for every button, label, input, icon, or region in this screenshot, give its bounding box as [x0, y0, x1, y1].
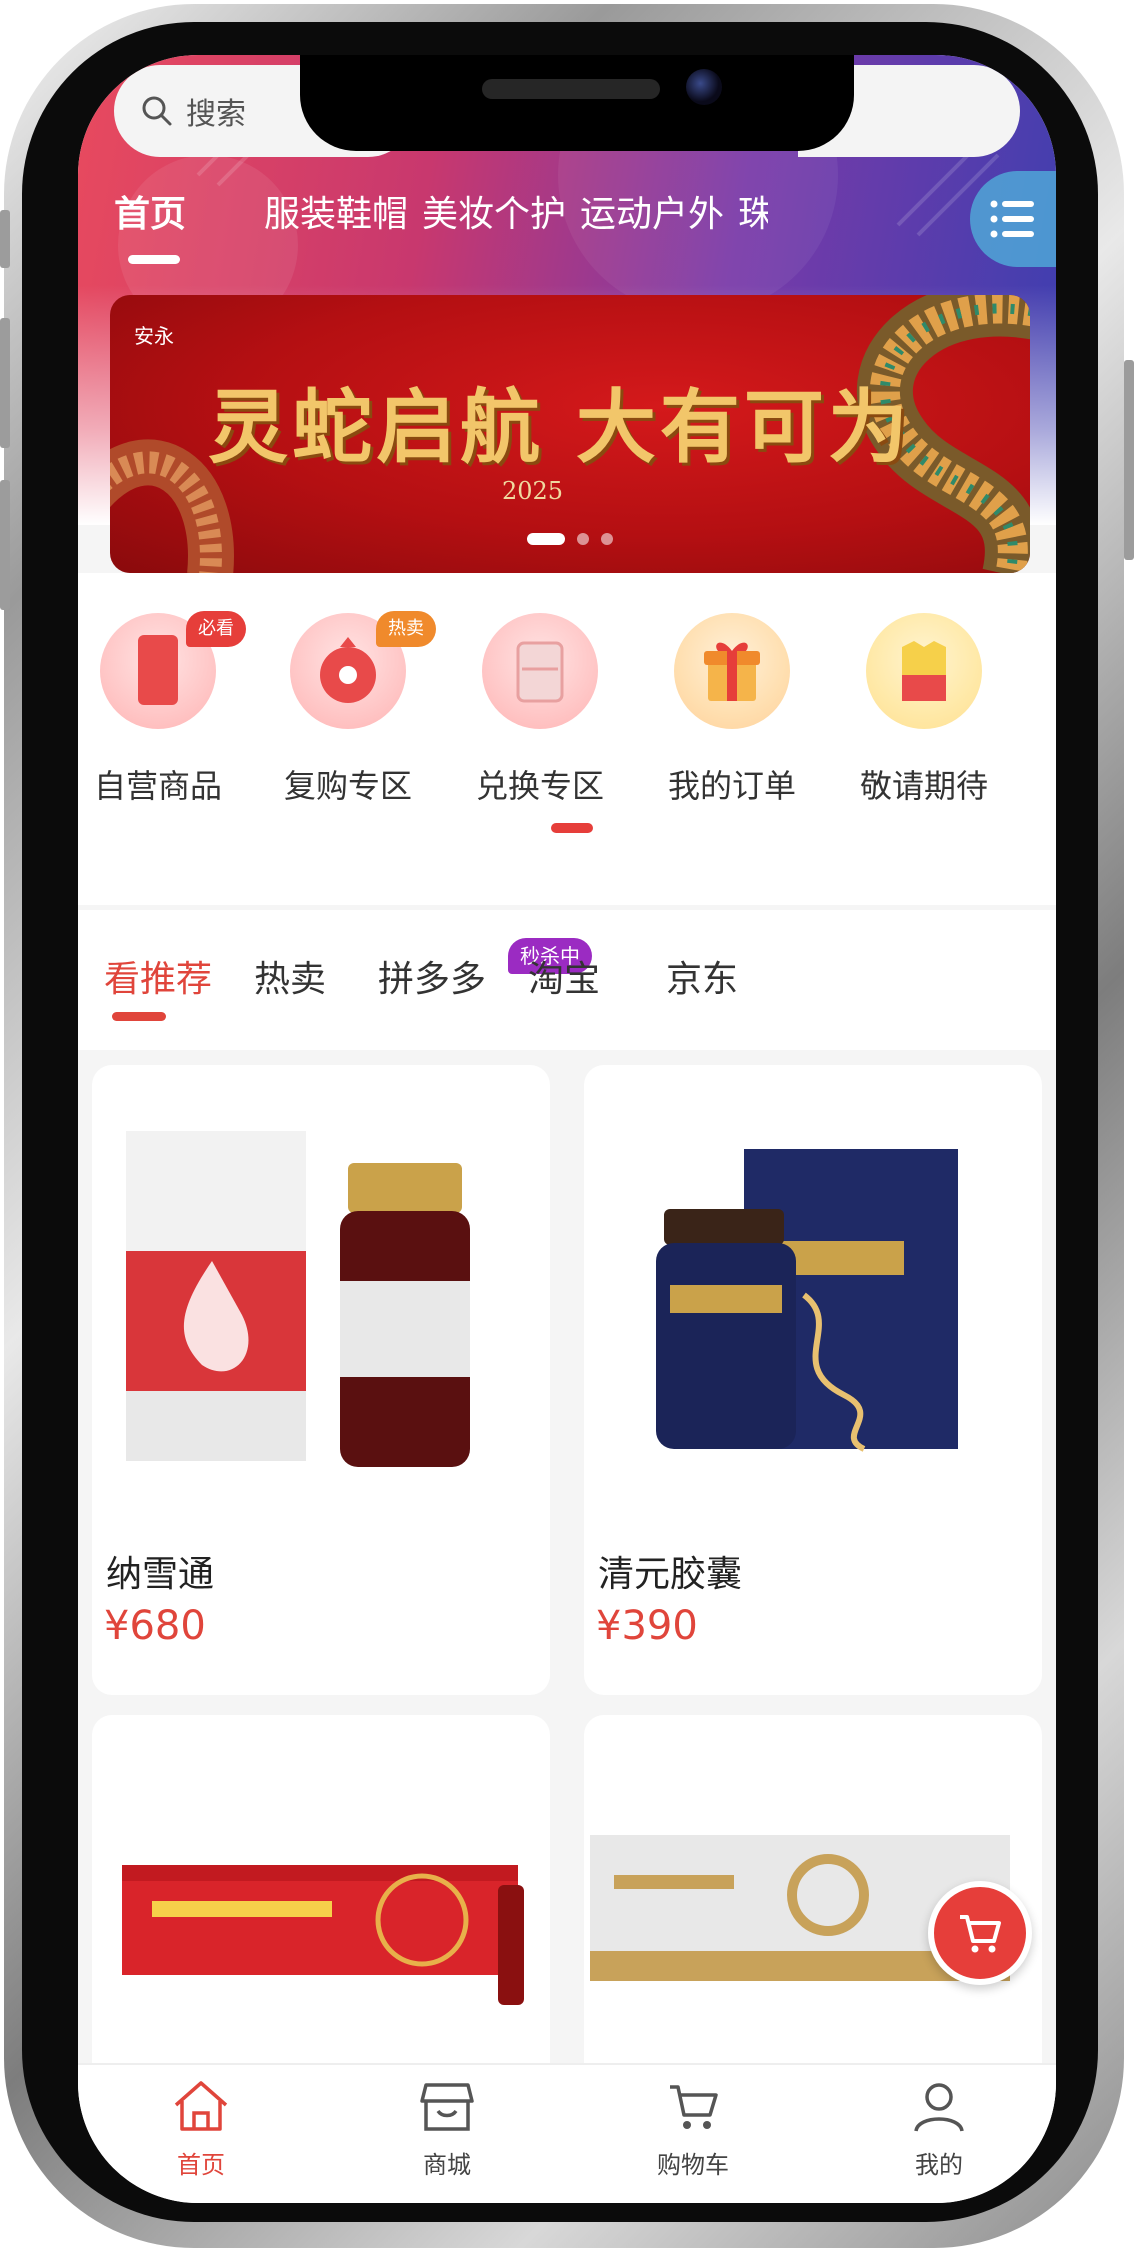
tab-clothing[interactable]: 服装鞋帽: [264, 185, 408, 237]
product-card[interactable]: [92, 1715, 550, 2115]
store-icon: [420, 2083, 474, 2131]
nav-label: 首页: [177, 2151, 225, 2179]
tab-jewelry[interactable]: 珠: [738, 185, 768, 237]
product-image: [126, 1131, 470, 1467]
tab-beauty[interactable]: 美妆个护: [422, 185, 566, 237]
tab-taobao[interactable]: 淘宝: [528, 950, 600, 1002]
speaker: [482, 79, 660, 99]
quick-coming-soon[interactable]: 敬请期待: [844, 613, 1004, 807]
banner-logo: 安永: [134, 325, 174, 347]
product-tab-underline: [112, 1012, 166, 1021]
cart-icon: [960, 1915, 1001, 1953]
quick-label: 复购专区: [283, 767, 412, 805]
quick-label: 自营商品: [93, 767, 222, 805]
product-card[interactable]: 纳雪通 ¥680: [92, 1065, 550, 1695]
tab-jd[interactable]: 京东: [666, 950, 738, 1002]
badge-hot: 热卖: [376, 611, 436, 647]
product-card[interactable]: 清元胶囊 ¥390: [584, 1065, 1042, 1695]
tab-home[interactable]: 首页: [114, 185, 186, 237]
quick-label: 兑换专区: [475, 767, 604, 805]
bottom-navigation: 首页 商城 购物车 我的: [78, 2063, 1056, 2203]
product-name: 清元胶囊: [598, 1554, 743, 1595]
user-icon: [914, 2083, 964, 2132]
notch: [300, 55, 854, 151]
tab-hot[interactable]: 热卖: [254, 950, 326, 1002]
quick-repurchase[interactable]: 热卖 复购专区: [268, 611, 436, 807]
promo-banner[interactable]: 安永 灵蛇启航 大有可为 2025: [110, 295, 1030, 573]
pomegranate-icon: 热卖: [290, 611, 436, 729]
menu-button[interactable]: [970, 171, 1056, 267]
jersey-icon: [866, 613, 982, 729]
search-placeholder: 搜索: [186, 97, 246, 132]
nav-label: 购物车: [657, 2151, 729, 2179]
badge-must-see: 必看: [186, 611, 246, 647]
carousel-dot[interactable]: [601, 533, 613, 545]
banner-title: 灵蛇启航 大有可为: [208, 380, 912, 474]
product-image: [122, 1865, 524, 2005]
quick-exchange[interactable]: 兑换专区: [460, 613, 620, 807]
carousel-dots: [110, 533, 1030, 545]
quick-self-operated[interactable]: 必看 自营商品: [78, 611, 246, 807]
product-price: ¥390: [596, 1603, 698, 1649]
product-price: ¥680: [104, 1603, 206, 1649]
carousel-dot[interactable]: [527, 533, 565, 545]
nav-mall[interactable]: 商城: [382, 2075, 512, 2180]
volume-down-button: [0, 480, 10, 610]
tab-sports[interactable]: 运动户外: [580, 185, 724, 237]
search-icon: [142, 96, 172, 126]
product-image: [656, 1149, 958, 1452]
floating-cart-button[interactable]: [928, 1881, 1032, 1985]
nav-profile[interactable]: 我的: [874, 2075, 1004, 2180]
banner-year: 2025: [502, 477, 564, 505]
cart-icon: [670, 2085, 718, 2129]
quick-entries: 必看 自营商品 热卖 复购专区 兑换专区 我的订单 敬请期待: [78, 573, 1056, 905]
tab-underline: [128, 255, 180, 264]
quick-label: 我的订单: [667, 767, 796, 805]
home-icon: [174, 2081, 228, 2131]
gift-icon: [674, 613, 790, 729]
carousel-dot[interactable]: [577, 533, 589, 545]
nav-label: 商城: [423, 2151, 471, 2179]
quick-my-orders[interactable]: 我的订单: [652, 613, 812, 807]
nav-cart[interactable]: 购物车: [628, 2075, 758, 2180]
product-name: 纳雪通: [106, 1554, 215, 1595]
list-menu-icon: [990, 200, 1034, 238]
volume-up-button: [0, 318, 10, 448]
nav-label: 我的: [915, 2151, 963, 2179]
appliance-icon: [482, 613, 598, 729]
category-tabs: 首页 服装鞋帽 美妆个护 运动户外 珠: [78, 185, 1056, 285]
tab-recommend[interactable]: 看推荐: [104, 950, 212, 1002]
product-tabs: 看推荐 热卖 拼多多 秒杀中 淘宝 京东: [78, 910, 1056, 1050]
quick-label: 敬请期待: [859, 767, 988, 805]
camera-icon: [686, 69, 722, 105]
mute-switch: [0, 210, 10, 268]
banner-logo-text: 安永: [134, 324, 174, 348]
power-button: [1124, 360, 1134, 560]
tab-pinduoduo[interactable]: 拼多多: [378, 950, 486, 1002]
nav-home[interactable]: 首页: [136, 2075, 266, 2180]
page-indicator: [551, 823, 593, 833]
screen: 搜索 首页 服装鞋帽 美妆个护 运动户外 珠 安永 灵蛇启航 大有可为 2025…: [78, 55, 1056, 2203]
phone-icon: 必看: [100, 611, 246, 729]
